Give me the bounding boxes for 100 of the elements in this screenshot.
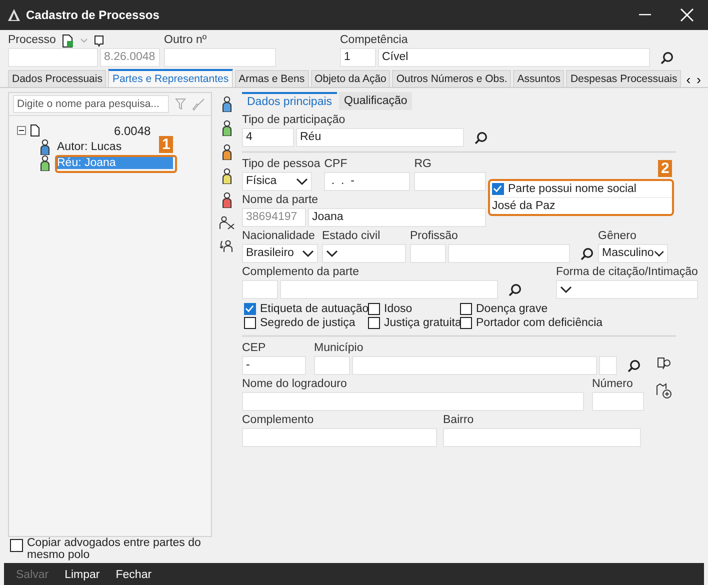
input-field[interactable]: 4 (242, 128, 294, 147)
checkbox[interactable] (460, 303, 472, 315)
tab[interactable]: Dados principais (242, 92, 338, 110)
field-label: Bairro (443, 413, 475, 428)
field-label: Número (592, 377, 634, 392)
input-field[interactable] (448, 244, 570, 263)
footer-button[interactable]: Limpar (58, 567, 106, 583)
person-icon[interactable] (221, 144, 233, 160)
input-field[interactable] (410, 244, 446, 263)
document-icon (30, 124, 40, 137)
dropdown-field[interactable] (556, 280, 698, 299)
minimize-icon (639, 14, 651, 16)
bookmark-icon[interactable] (94, 34, 104, 46)
person-icon[interactable] (221, 168, 233, 184)
checkbox-label: Copiar advogados entre partes do mesmo polo (27, 537, 202, 561)
search-icon[interactable] (660, 50, 674, 64)
checkbox[interactable] (368, 303, 380, 315)
tab[interactable]: Qualificação (339, 92, 412, 110)
remove-person-icon[interactable] (219, 216, 235, 230)
callout-number: 2 (658, 160, 672, 177)
input-field[interactable] (164, 48, 276, 67)
tab[interactable]: Armas e Bens (234, 70, 309, 87)
checkbox[interactable] (460, 317, 472, 329)
search-field[interactable]: Digite o nome para pesquisa... (13, 95, 169, 113)
field-label: CEP (242, 341, 267, 356)
input-field[interactable]: Joana (308, 208, 486, 227)
checkbox-label: Idoso (384, 303, 412, 315)
close-icon (680, 8, 694, 22)
input-field[interactable] (352, 356, 597, 375)
input-field[interactable]: Réu (296, 128, 464, 147)
input-field[interactable]: . . - (324, 172, 410, 191)
field-label: CPF (324, 157, 348, 172)
checkbox-label: Parte possui nome social (508, 183, 636, 195)
field-label: Tipo de participação (242, 113, 346, 128)
input-field[interactable] (414, 172, 486, 191)
swap-person-icon[interactable] (219, 238, 235, 254)
tree-node-label[interactable]: 6.0048 (114, 124, 151, 138)
input-field[interactable] (242, 392, 584, 411)
input-field[interactable] (242, 428, 437, 447)
callout-number: 1 (159, 136, 174, 153)
input-field[interactable]: - (242, 356, 306, 375)
search-icon[interactable] (508, 282, 522, 296)
tab-scroll-button[interactable]: ‹ (683, 72, 694, 87)
checkbox[interactable] (368, 317, 380, 329)
field-label: Competência (340, 33, 409, 48)
input-field[interactable] (242, 280, 278, 299)
field-label: Complemento (242, 413, 315, 428)
field-label: Estado civil (322, 229, 382, 244)
tab[interactable]: Assuntos (513, 70, 564, 87)
map-search-icon[interactable] (656, 357, 672, 371)
person-icon[interactable] (39, 155, 51, 171)
tab-scroll-button[interactable]: › (694, 72, 704, 87)
input-field[interactable] (599, 356, 617, 375)
field-label: Outro nº (164, 33, 208, 48)
dropdown-field[interactable]: Física (242, 172, 312, 191)
person-icon[interactable] (39, 139, 51, 155)
chevron-down-icon (326, 250, 338, 258)
input-field[interactable] (280, 280, 498, 299)
field-label: RG (414, 157, 432, 172)
input-field[interactable]: José da Paz (490, 198, 672, 214)
search-icon[interactable] (474, 130, 488, 144)
tab[interactable]: Outros Números e Obs. (392, 70, 512, 87)
tab[interactable]: Partes e Representantes (108, 69, 233, 87)
footer-button[interactable]: Fechar (110, 567, 158, 583)
search-icon[interactable] (580, 246, 594, 260)
tab[interactable]: Objeto da Ação (310, 70, 390, 87)
input-field[interactable]: 1 (340, 48, 376, 67)
person-icon[interactable] (221, 120, 233, 136)
dropdown-field[interactable]: Masculino (598, 244, 668, 263)
field-label: Complemento da parte (242, 265, 360, 280)
collapse-icon[interactable] (17, 126, 26, 135)
checkbox[interactable] (492, 183, 504, 195)
checkbox[interactable] (244, 317, 256, 329)
person-icon[interactable] (221, 96, 233, 112)
tab[interactable]: Dados Processuais (8, 70, 106, 87)
field-label: Nome da parte (242, 193, 320, 208)
field-label: Nacionalidade (242, 229, 316, 244)
field-label: Forma de citação/Intimação (556, 265, 698, 280)
dropdown-field[interactable] (322, 244, 406, 263)
field-label: Município (314, 341, 364, 356)
tree-item[interactable]: Autor: Lucas (55, 141, 124, 153)
checkbox-label: Doença grave (476, 303, 548, 315)
search-icon[interactable] (627, 358, 641, 372)
field-label: Tipo de pessoa (242, 157, 320, 172)
checkbox-label: Segredo de justiça (260, 317, 356, 329)
input-field[interactable]: 8.26.0048 (100, 48, 160, 67)
dropdown-field[interactable]: Brasileiro (242, 244, 318, 263)
tab[interactable]: Despesas Processuais (566, 70, 682, 87)
person-icon[interactable] (221, 192, 233, 208)
checkbox[interactable] (244, 303, 256, 315)
checkbox-label: Etiqueta de autuação (260, 303, 369, 315)
chevron-down-icon (296, 178, 308, 186)
input-field[interactable] (314, 356, 350, 375)
input-field[interactable] (592, 392, 644, 411)
input-field[interactable]: Cível (378, 48, 650, 67)
map-add-icon[interactable] (656, 383, 672, 399)
checkbox[interactable] (10, 539, 23, 552)
input-field[interactable]: 38694197 (242, 208, 306, 227)
input-field[interactable] (443, 428, 641, 447)
document-icon[interactable] (62, 34, 74, 48)
